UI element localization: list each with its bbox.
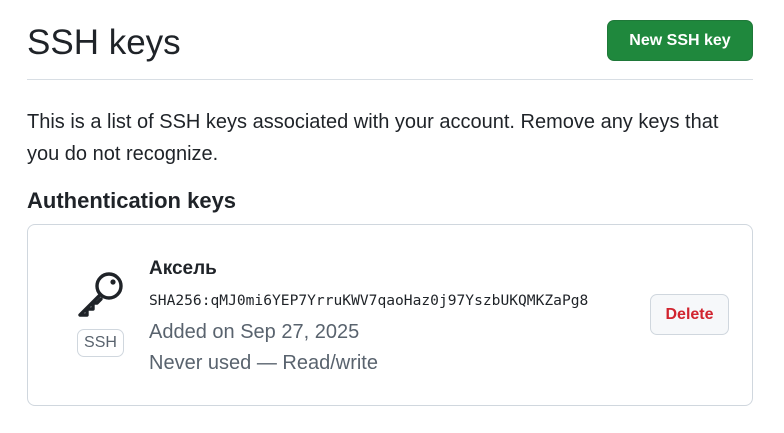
new-ssh-key-button[interactable]: New SSH key: [607, 20, 753, 61]
delete-key-button[interactable]: Delete: [650, 294, 729, 335]
key-usage-status: Never used — Read/write: [149, 352, 378, 374]
key-fingerprint: SHA256:qMJ0mi6YEP7YrruKWV7qaoHaz0j97Yszb…: [149, 292, 589, 309]
page-title: SSH keys: [27, 23, 181, 62]
ssh-badge: SSH: [77, 329, 124, 357]
ssh-key-card: SSH Аксель SHA256:qMJ0mi6YEP7YrruKWV7qao…: [27, 224, 753, 406]
key-added-date: Added on Sep 27, 2025: [149, 321, 360, 343]
key-title: Аксель: [149, 258, 217, 279]
section-heading: Authentication keys: [27, 188, 237, 213]
key-icon: [78, 272, 123, 317]
page-description: This is a list of SSH keys associated wi…: [27, 111, 719, 165]
header-divider: [27, 79, 753, 80]
